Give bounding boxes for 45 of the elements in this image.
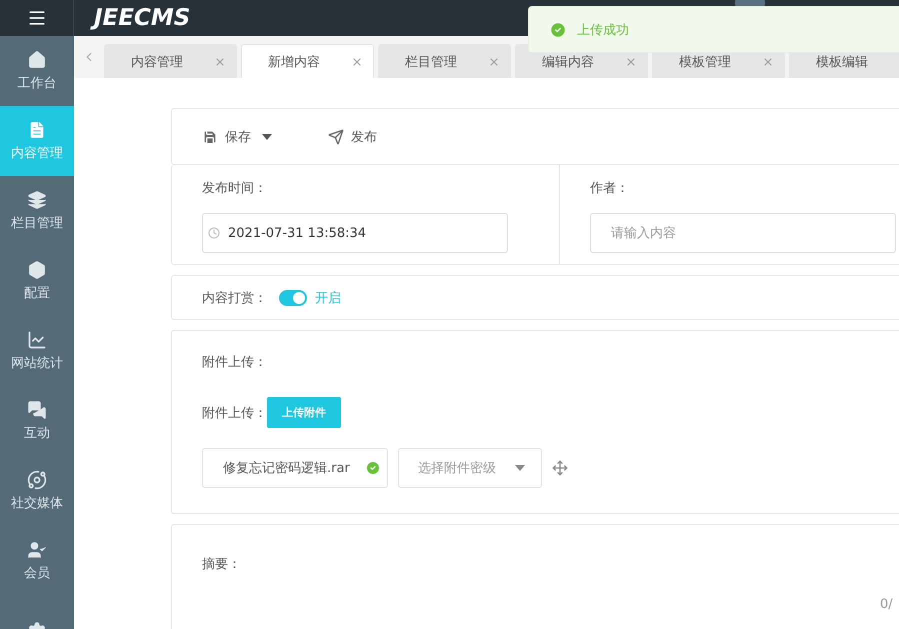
sidebar-item[interactable]: 栏目管理: [0, 176, 74, 246]
file-item: 修复忘记密码逻辑.rar: [202, 448, 388, 488]
save-button[interactable]: 保存: [202, 128, 272, 146]
tab[interactable]: 栏目管理: [378, 44, 511, 78]
close-icon[interactable]: [488, 56, 500, 68]
layers-icon: [27, 190, 47, 210]
move-icon[interactable]: [552, 460, 568, 476]
save-icon: [202, 128, 218, 144]
orbit-icon: [27, 470, 47, 490]
cube-icon: [27, 260, 47, 280]
sidebar-item[interactable]: 配置: [0, 246, 74, 316]
tab[interactable]: 新增内容: [241, 44, 374, 78]
field-label: 附件上传：: [202, 404, 267, 422]
sidebar-item[interactable]: 会员: [0, 526, 74, 596]
publish-button[interactable]: 发布: [328, 128, 377, 146]
chat-bubbles-icon: [27, 400, 47, 420]
author-input-field[interactable]: 请输入内容: [590, 213, 896, 253]
switch-state-text: 开启: [315, 290, 341, 306]
sidebar-item[interactable]: 社交媒体: [0, 456, 74, 526]
clock-icon: [208, 227, 220, 239]
close-icon[interactable]: [214, 56, 226, 68]
reward-switch[interactable]: [279, 290, 307, 306]
user-check-icon: [27, 540, 47, 560]
character-counter: 0/: [880, 597, 893, 612]
check-circle-icon: [549, 20, 567, 38]
sidebar-item[interactable]: 互动: [0, 386, 74, 456]
toast-message: 上传成功: [577, 22, 629, 38]
close-icon[interactable]: [762, 56, 774, 68]
field-label: 作者：: [590, 180, 630, 197]
caret-icon: [515, 465, 525, 471]
close-icon[interactable]: [625, 56, 637, 68]
section-title: 附件上传：: [202, 354, 268, 371]
sidebar-item[interactable]: 工作台: [0, 36, 74, 106]
sidebar-item[interactable]: 网站统计: [0, 316, 74, 386]
date-time-field[interactable]: 2021-07-31 13:58:34: [202, 213, 508, 253]
field-label: 摘要：: [202, 557, 241, 572]
close-icon[interactable]: [351, 56, 363, 68]
line-chart-icon: [27, 330, 47, 350]
field-label: 发布时间：: [202, 180, 268, 197]
home-icon: [27, 50, 47, 70]
send-icon: [328, 128, 344, 144]
tab[interactable]: 内容管理: [104, 44, 237, 78]
security-level-select[interactable]: 选择附件密级: [398, 448, 542, 488]
caret-icon: [262, 134, 272, 140]
field-label: 内容打赏：: [202, 290, 267, 306]
